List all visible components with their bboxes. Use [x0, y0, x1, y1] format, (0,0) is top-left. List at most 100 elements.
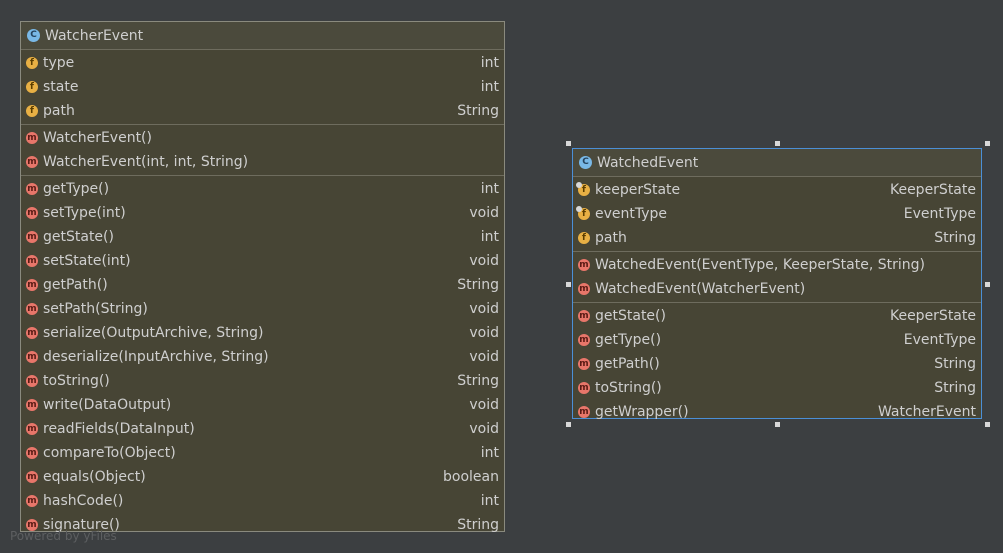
method-row[interactable]: m getState() KeeperState — [573, 304, 981, 328]
class-node-watcherevent[interactable]: C WatcherEvent f type int f state int f path Str… — [20, 21, 505, 533]
field-row-type: KeeperState — [889, 182, 976, 198]
method-row-type: String — [934, 380, 976, 396]
method-row-type: String — [457, 373, 499, 389]
method-icon: m — [26, 279, 38, 291]
class-node-watchedevent[interactable]: C WatchedEvent f keeperState KeeperState f e… — [572, 148, 982, 420]
field-row-name: eventType — [595, 206, 668, 222]
class-icon: C — [579, 156, 592, 169]
field-row[interactable]: f keeperState KeeperState — [573, 178, 981, 202]
resize-handle[interactable] — [775, 422, 780, 427]
field-icon: f — [578, 232, 590, 244]
resize-handle[interactable] — [566, 282, 571, 287]
method-row[interactable]: m deserialize(InputArchive, String) void — [21, 345, 504, 369]
field-row[interactable]: f type int — [21, 51, 504, 75]
field-row[interactable]: f path String — [573, 226, 981, 250]
resize-handle[interactable] — [566, 422, 571, 427]
method-icon: m — [578, 259, 590, 271]
field-icon: f — [26, 105, 38, 117]
resize-handle[interactable] — [566, 141, 571, 146]
method-icon: m — [26, 255, 38, 267]
method-row-name: write(DataOutput) — [43, 397, 172, 413]
field-row-type: int — [480, 55, 499, 71]
constructor-row-name: WatchedEvent(WatcherEvent) — [595, 281, 806, 297]
method-row[interactable]: m setType(int) void — [21, 201, 504, 225]
method-row-name: getState() — [595, 308, 666, 324]
method-row-type: String — [457, 517, 499, 533]
method-row[interactable]: m compareTo(Object) int — [21, 441, 504, 465]
constructor-row[interactable]: m WatcherEvent() — [21, 126, 504, 150]
method-row-type: void — [469, 253, 499, 269]
method-row-type: WatcherEvent — [877, 404, 976, 420]
constructor-row[interactable]: m WatcherEvent(int, int, String) — [21, 150, 504, 174]
field-icon: f — [26, 81, 38, 93]
field-row-name: type — [43, 55, 75, 71]
method-row-type: int — [480, 445, 499, 461]
method-row[interactable]: m toString() String — [573, 376, 981, 400]
method-icon: m — [26, 327, 38, 339]
field-row-type: String — [934, 230, 976, 246]
method-row-name: setState(int) — [43, 253, 131, 269]
method-row-type: int — [480, 229, 499, 245]
method-row[interactable]: m getType() EventType — [573, 328, 981, 352]
class-header[interactable]: C WatchedEvent — [573, 149, 981, 177]
method-row[interactable]: m getPath() String — [573, 352, 981, 376]
constructors-section: m WatchedEvent(EventType, KeeperState, St… — [573, 252, 981, 303]
method-row[interactable]: m toString() String — [21, 369, 504, 393]
method-row[interactable]: m setPath(String) void — [21, 297, 504, 321]
method-icon: m — [578, 283, 590, 295]
method-row-name: getType() — [595, 332, 662, 348]
class-icon: C — [27, 29, 40, 42]
class-header[interactable]: C WatcherEvent — [21, 22, 504, 50]
method-icon: m — [26, 303, 38, 315]
method-icon: m — [26, 156, 38, 168]
class-title: WatchedEvent — [597, 154, 699, 171]
method-row[interactable]: m getPath() String — [21, 273, 504, 297]
method-row-type: void — [469, 205, 499, 221]
class-title: WatcherEvent — [45, 27, 144, 44]
constructors-section: m WatcherEvent() m WatcherEvent(int, int, S… — [21, 125, 504, 176]
method-row[interactable]: m getType() int — [21, 177, 504, 201]
method-row-type: String — [457, 277, 499, 293]
field-row[interactable]: f path String — [21, 99, 504, 123]
field-row[interactable]: f state int — [21, 75, 504, 99]
constructor-row[interactable]: m WatchedEvent(WatcherEvent) — [573, 277, 981, 301]
method-row[interactable]: m setState(int) void — [21, 249, 504, 273]
method-row-name: getPath() — [43, 277, 108, 293]
method-row[interactable]: m getWrapper() WatcherEvent — [573, 400, 981, 424]
field-row-name: path — [43, 103, 75, 119]
method-row-name: toString() — [43, 373, 110, 389]
method-row-type: EventType — [903, 332, 976, 348]
field-icon: f — [576, 182, 590, 196]
field-row-name: state — [43, 79, 79, 95]
method-row-name: compareTo(Object) — [43, 445, 176, 461]
method-row[interactable]: m hashCode() int — [21, 489, 504, 513]
method-icon: m — [578, 358, 590, 370]
methods-section: m getType() int m setType(int) void m getState(… — [21, 176, 504, 538]
method-icon: m — [26, 183, 38, 195]
constructor-row[interactable]: m WatchedEvent(EventType, KeeperState, St… — [573, 253, 981, 277]
resize-handle[interactable] — [775, 141, 780, 146]
method-icon: m — [26, 351, 38, 363]
method-icon: m — [26, 495, 38, 507]
field-row-name: keeperState — [595, 182, 681, 198]
method-row-name: deserialize(InputArchive, String) — [43, 349, 269, 365]
method-icon: m — [578, 334, 590, 346]
field-icon: f — [26, 57, 38, 69]
field-row-type: EventType — [903, 206, 976, 222]
method-row[interactable]: m write(DataOutput) void — [21, 393, 504, 417]
resize-handle[interactable] — [985, 422, 990, 427]
field-row-type: String — [457, 103, 499, 119]
method-icon: m — [26, 231, 38, 243]
resize-handle[interactable] — [985, 282, 990, 287]
fields-section: f keeperState KeeperState f eventType EventTy… — [573, 177, 981, 252]
method-row-name: readFields(DataInput) — [43, 421, 195, 437]
method-row[interactable]: m serialize(OutputArchive, String) void — [21, 321, 504, 345]
method-row[interactable]: m equals(Object) boolean — [21, 465, 504, 489]
method-row[interactable]: m getState() int — [21, 225, 504, 249]
resize-handle[interactable] — [985, 141, 990, 146]
field-row[interactable]: f eventType EventType — [573, 202, 981, 226]
method-row-name: setPath(String) — [43, 301, 148, 317]
method-icon: m — [578, 382, 590, 394]
method-row[interactable]: m readFields(DataInput) void — [21, 417, 504, 441]
methods-section: m getState() KeeperState m getType() EventTyp… — [573, 303, 981, 425]
